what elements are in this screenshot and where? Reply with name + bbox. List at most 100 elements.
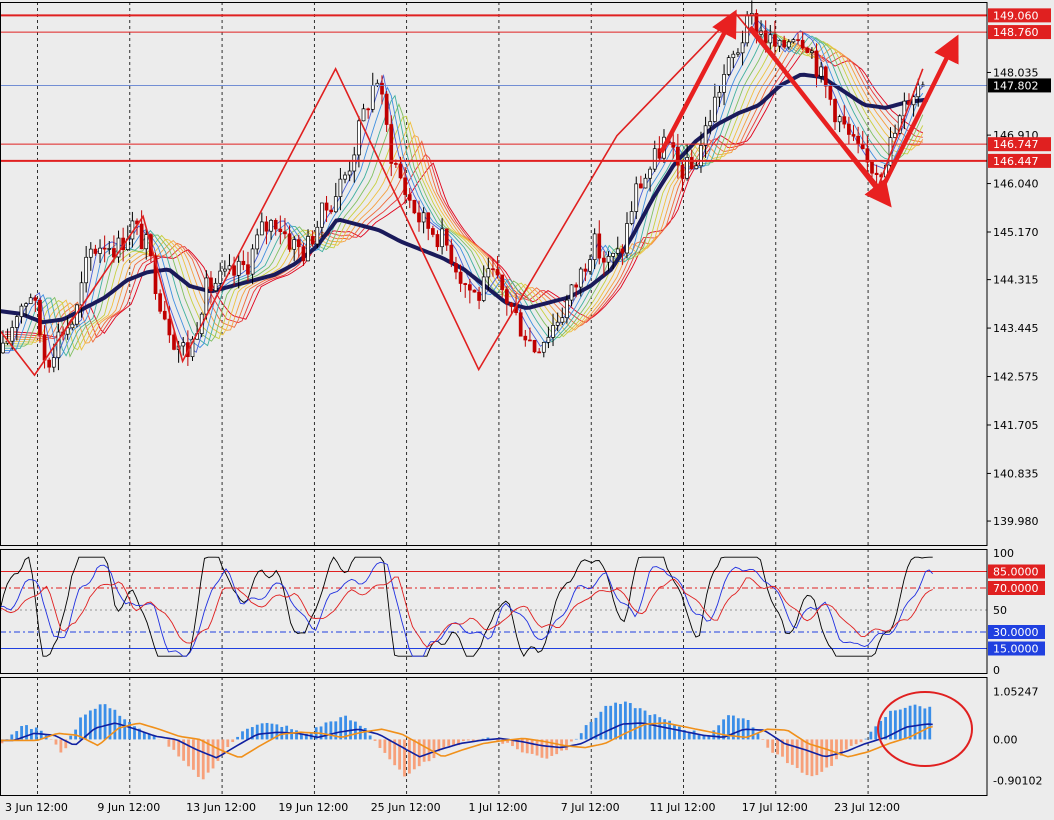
candle-body[interactable] bbox=[394, 163, 397, 164]
candle-body[interactable] bbox=[718, 92, 721, 97]
candle-body[interactable] bbox=[760, 31, 763, 34]
candle-body[interactable] bbox=[344, 175, 347, 179]
candle-body[interactable] bbox=[815, 51, 818, 76]
candle-body[interactable] bbox=[316, 227, 319, 244]
candle-body[interactable] bbox=[482, 277, 485, 301]
price-chart[interactable]: 148.035146.910146.040145.170144.315143.4… bbox=[0, 0, 1054, 815]
candle-body[interactable] bbox=[288, 234, 291, 249]
candle-body[interactable] bbox=[602, 258, 605, 262]
candle-body[interactable] bbox=[330, 210, 333, 212]
candle-body[interactable] bbox=[404, 178, 407, 195]
candle-body[interactable] bbox=[861, 144, 864, 149]
candle-body[interactable] bbox=[505, 290, 508, 304]
candle-body[interactable] bbox=[644, 178, 647, 188]
candle-body[interactable] bbox=[274, 220, 277, 229]
candle-body[interactable] bbox=[478, 292, 481, 300]
candle-body[interactable] bbox=[778, 40, 781, 46]
candle-body[interactable] bbox=[140, 224, 143, 249]
candle-body[interactable] bbox=[917, 85, 920, 96]
candle-body[interactable] bbox=[15, 317, 18, 328]
candle-body[interactable] bbox=[773, 35, 776, 46]
candle-body[interactable] bbox=[468, 285, 471, 290]
candle-body[interactable] bbox=[427, 213, 430, 229]
candle-body[interactable] bbox=[182, 343, 185, 346]
candle-body[interactable] bbox=[713, 97, 716, 121]
candle-body[interactable] bbox=[38, 300, 41, 335]
candle-body[interactable] bbox=[357, 121, 360, 155]
candle-body[interactable] bbox=[270, 220, 273, 231]
candle-body[interactable] bbox=[325, 203, 328, 210]
candle-body[interactable] bbox=[209, 278, 212, 291]
candle-body[interactable] bbox=[542, 342, 545, 352]
candle-body[interactable] bbox=[547, 337, 550, 342]
candle-body[interactable] bbox=[413, 200, 416, 213]
candle-body[interactable] bbox=[510, 303, 513, 306]
candle-body[interactable] bbox=[593, 234, 596, 260]
candle-body[interactable] bbox=[52, 358, 55, 368]
candle-body[interactable] bbox=[371, 86, 374, 110]
candle-body[interactable] bbox=[265, 222, 268, 231]
candle-body[interactable] bbox=[487, 269, 490, 277]
candle-body[interactable] bbox=[260, 222, 263, 235]
candle-body[interactable] bbox=[824, 67, 827, 86]
candle-body[interactable] bbox=[381, 83, 384, 94]
candle-body[interactable] bbox=[34, 298, 37, 301]
candle-body[interactable] bbox=[459, 272, 462, 283]
candle-body[interactable] bbox=[473, 290, 476, 292]
candle-body[interactable] bbox=[348, 171, 351, 175]
candle-body[interactable] bbox=[787, 42, 790, 47]
candle-body[interactable] bbox=[552, 325, 555, 337]
candle-body[interactable] bbox=[48, 360, 51, 367]
candle-body[interactable] bbox=[598, 234, 601, 258]
candle-body[interactable] bbox=[436, 234, 439, 246]
candle-body[interactable] bbox=[792, 40, 795, 42]
candle-body[interactable] bbox=[311, 236, 314, 244]
candle-body[interactable] bbox=[80, 283, 83, 305]
candle-body[interactable] bbox=[783, 40, 786, 47]
candle-body[interactable] bbox=[57, 332, 60, 358]
candle-body[interactable] bbox=[676, 147, 679, 165]
candle-body[interactable] bbox=[145, 235, 148, 249]
candle-body[interactable] bbox=[838, 117, 841, 122]
candle-body[interactable] bbox=[584, 269, 587, 271]
candle-body[interactable] bbox=[108, 248, 111, 249]
candle-body[interactable] bbox=[635, 184, 638, 212]
candle-body[interactable] bbox=[431, 228, 434, 234]
candle-body[interactable] bbox=[464, 283, 467, 284]
candle-body[interactable] bbox=[25, 304, 28, 306]
candle-body[interactable] bbox=[704, 126, 707, 146]
candle-body[interactable] bbox=[307, 236, 310, 260]
candle-body[interactable] bbox=[20, 306, 23, 316]
candle-body[interactable] bbox=[367, 109, 370, 110]
candle-body[interactable] bbox=[621, 249, 624, 253]
candle-body[interactable] bbox=[103, 248, 106, 249]
candle-body[interactable] bbox=[246, 265, 249, 274]
candle-body[interactable] bbox=[43, 335, 46, 360]
candle-body[interactable] bbox=[353, 155, 356, 171]
candle-body[interactable] bbox=[565, 300, 568, 318]
candle-body[interactable] bbox=[695, 166, 698, 169]
candle-body[interactable] bbox=[847, 124, 850, 134]
candle-body[interactable] bbox=[11, 327, 14, 341]
candle-body[interactable] bbox=[801, 40, 804, 48]
candle-body[interactable] bbox=[85, 257, 88, 283]
candle-body[interactable] bbox=[94, 249, 97, 253]
candle-body[interactable] bbox=[556, 322, 559, 325]
candle-body[interactable] bbox=[764, 31, 767, 43]
candle-body[interactable] bbox=[727, 58, 730, 75]
candle-body[interactable] bbox=[1, 343, 4, 353]
candle-body[interactable] bbox=[690, 157, 693, 168]
candle-body[interactable] bbox=[852, 134, 855, 136]
candle-body[interactable] bbox=[524, 336, 527, 340]
candle-body[interactable] bbox=[681, 165, 684, 178]
candle-body[interactable] bbox=[417, 213, 420, 222]
candle-body[interactable] bbox=[242, 261, 245, 264]
candle-body[interactable] bbox=[570, 285, 573, 300]
candle-body[interactable] bbox=[672, 143, 675, 148]
candle-body[interactable] bbox=[533, 340, 536, 352]
candle-body[interactable] bbox=[99, 248, 102, 253]
candle-body[interactable] bbox=[579, 269, 582, 287]
candle-body[interactable] bbox=[256, 235, 259, 249]
candle-body[interactable] bbox=[172, 335, 175, 349]
candle-body[interactable] bbox=[89, 249, 92, 257]
